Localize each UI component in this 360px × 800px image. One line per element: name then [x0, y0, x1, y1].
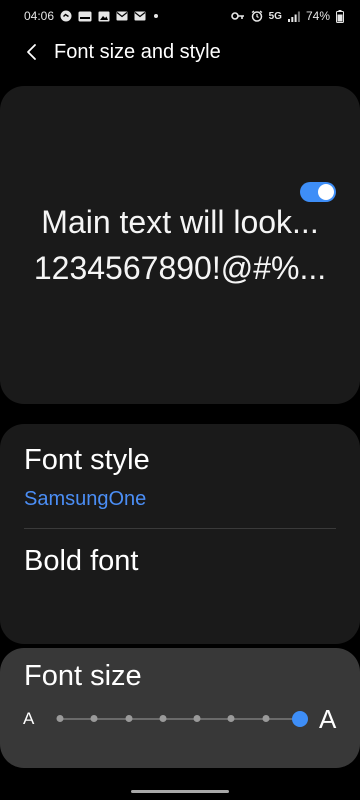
pay-icon: [78, 11, 92, 22]
font-size-card: Font size: [0, 648, 360, 768]
signal-icon: [287, 11, 300, 22]
battery-icon: [336, 9, 344, 23]
bold-font-toggle[interactable]: [300, 182, 336, 202]
font-settings-card: Font style SamsungOne Bold font: [0, 424, 360, 644]
preview-numbers-line: 1234567890!@#%...: [33, 250, 327, 286]
font-preview-card: Main text will look... 1234567890!@#%...: [0, 86, 360, 404]
slider-tick: [90, 715, 98, 722]
slider-tick: [262, 715, 270, 722]
gallery-icon: [98, 11, 110, 22]
bold-font-label: Bold font: [24, 545, 139, 577]
screen: 04:06 5G 74% Font size and style Main te…: [0, 0, 360, 800]
font-size-label: Font size: [24, 660, 142, 692]
samsung-wallet-icon: [60, 10, 72, 22]
chevron-left-icon: [27, 44, 36, 60]
key-icon: [230, 11, 245, 21]
network-type: 5G: [268, 10, 282, 22]
preview-text-line: Main text will look...: [41, 204, 319, 240]
back-button[interactable]: [12, 32, 52, 72]
toggle-knob: [318, 184, 334, 200]
font-style-value: SamsungOne: [24, 488, 147, 510]
home-indicator[interactable]: [131, 790, 229, 793]
app-header: Font size and style: [0, 32, 360, 72]
slider-thumb[interactable]: [292, 711, 308, 727]
slider-tick: [227, 715, 235, 722]
font-size-large-label: A: [319, 704, 337, 734]
battery-percent: 74%: [305, 9, 330, 23]
font-size-small-label: A: [23, 709, 35, 728]
slider-tick: [159, 715, 167, 722]
alarm-icon: [251, 10, 263, 22]
page-title: Font size and style: [54, 40, 221, 63]
mail-icon: [116, 11, 128, 21]
status-time: 04:06: [24, 9, 55, 23]
status-right: 5G 74%: [230, 9, 344, 23]
status-bar: 04:06 5G 74%: [0, 0, 360, 32]
font-style-row[interactable]: Font style SamsungOne: [0, 424, 360, 528]
bold-font-row[interactable]: Bold font: [0, 529, 360, 644]
mail-icon: [134, 11, 146, 21]
slider-tick: [56, 715, 64, 722]
slider-tick: [125, 715, 133, 722]
slider-tick: [193, 715, 201, 722]
notification-dot-icon: [154, 14, 159, 18]
status-left: 04:06: [24, 9, 159, 23]
font-style-label: Font style: [24, 444, 150, 476]
